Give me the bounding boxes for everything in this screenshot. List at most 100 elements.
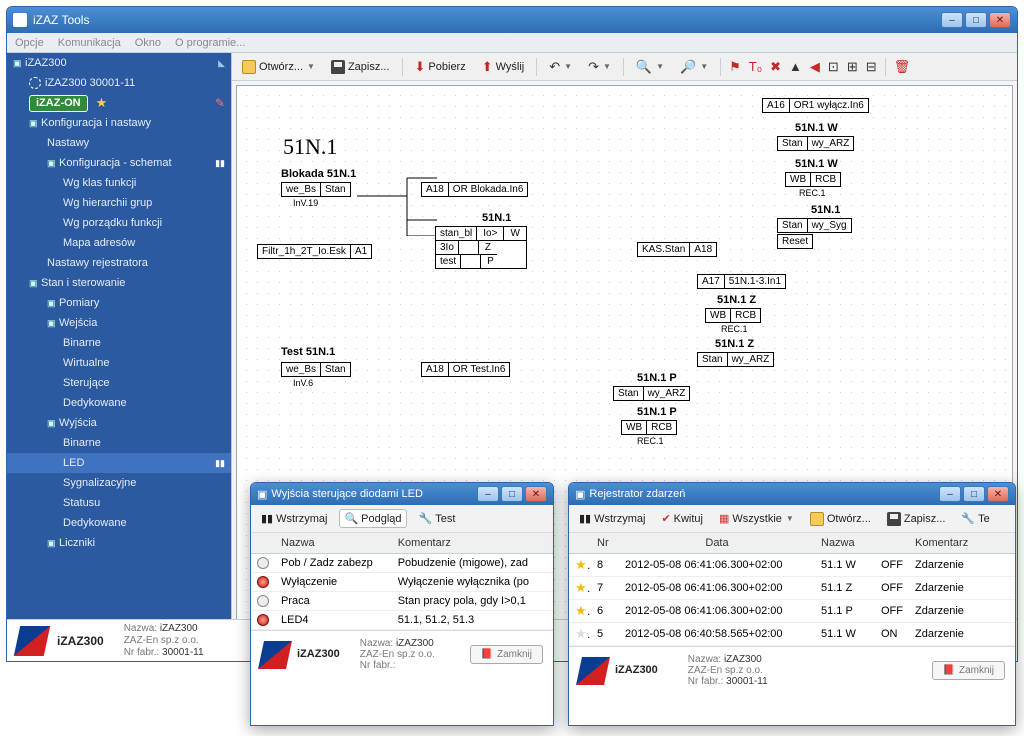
diagram-node[interactable]: WBRCB [621,420,677,435]
rej-titlebar[interactable]: ▣ Rejestrator zdarzeń – □ ✕ [569,483,1015,505]
sidebar-item[interactable]: Sterujące [7,373,231,393]
zoom-button[interactable]: 🔍▼ [632,57,668,77]
sidebar-item[interactable]: Statusu [7,493,231,513]
close-button[interactable]: ✕ [525,486,547,502]
redo-button[interactable]: ↷▼ [584,57,615,77]
sidebar-status[interactable]: iZAZ-ON ★ ✎ [7,93,231,113]
cursor2-icon[interactable]: ◀ [810,59,820,75]
diagram-node[interactable]: we_BsStan [281,182,351,197]
open-button[interactable]: Otwórz...▼ [238,58,319,76]
table-row[interactable]: ★72012-05-08 06:41:06.300+02:0051.1 ZOFF… [569,577,1015,600]
sidebar-item[interactable]: ▣Konfiguracja - schemat▮▮ [7,153,231,173]
diagram-node[interactable]: Stanwy_ARZ [613,386,690,401]
close-button[interactable]: ✕ [987,486,1009,502]
node3-icon[interactable]: ⊟ [866,59,877,75]
test-button[interactable]: 🔧 Te [957,510,993,527]
sidebar-item[interactable]: Binarne [7,333,231,353]
diagram-node[interactable]: we_BsStan [281,362,351,377]
save-button[interactable]: Zapisz... [883,510,950,528]
sidebar-item[interactable]: ▣Liczniki [7,533,231,553]
main-titlebar[interactable]: iZAZ Tools – □ ✕ [7,7,1017,33]
table-row[interactable]: ★62012-05-08 06:41:06.300+02:0051.1 POFF… [569,600,1015,623]
close-window-button[interactable]: 📕Zamknij [470,645,543,664]
flag-icon[interactable]: ⚑ [729,59,741,75]
sidebar-group-0[interactable]: ▣Konfiguracja i nastawy [7,113,231,133]
menu-opcje[interactable]: Opcje [15,37,44,49]
sidebar-item-led[interactable]: LED▮▮ [7,453,231,473]
table-row[interactable]: PracaStan pracy pola, gdy I>0,1 [251,592,553,611]
table-row[interactable]: WyłączenieWyłączenie wyłącznika (po [251,573,553,592]
diagram-node[interactable]: A18OR Blokada.In6 [421,182,528,197]
diagram-node[interactable]: Reset [777,234,813,249]
menu-okno[interactable]: Okno [135,37,161,49]
maximize-button[interactable]: □ [965,12,987,28]
minimize-button[interactable]: – [939,486,961,502]
sidebar-item[interactable]: Nastawy [7,133,231,153]
rej-footer: iZAZ300 Nazwa: iZAZ300 ZAZ-En sp.z o.o. … [569,646,1015,694]
maximize-button[interactable]: □ [501,486,523,502]
diagram-node[interactable]: A18OR Test.In6 [421,362,510,377]
sidebar-group-1[interactable]: ▣Stan i sterowanie [7,273,231,293]
cursor-icon[interactable]: ▲ [789,59,802,74]
download-button[interactable]: ⬇Pobierz [411,57,470,77]
sidebar-item[interactable]: Binarne [7,433,231,453]
pause-button[interactable]: ▮▮ Wstrzymaj [575,510,649,527]
sidebar-item[interactable]: Wg hierarchii grup [7,193,231,213]
sidebar-item[interactable]: Mapa adresów [7,233,231,253]
find-button[interactable]: 🔎▼ [676,57,712,77]
text-icon[interactable]: T₀ [749,59,762,74]
sidebar-device[interactable]: iZAZ300 30001-11 [7,73,231,93]
undo-button[interactable]: ↶▼ [545,57,576,77]
pencil-icon[interactable]: ✎ [215,96,225,110]
menu-komunikacja[interactable]: Komunikacja [58,37,121,49]
pin-icon[interactable]: ◣ [218,58,225,69]
delete-icon[interactable]: ✖ [770,59,781,75]
function-block[interactable]: stan_blIo>W 3IoZ testP [435,226,527,269]
minimize-button[interactable]: – [477,486,499,502]
diagram-node[interactable]: WBRCB [705,308,761,323]
sidebar-item[interactable]: Nastawy rejestratora [7,253,231,273]
open-button[interactable]: Otwórz... [806,510,875,528]
all-button[interactable]: ▦ Wszystkie▼ [715,510,798,527]
test-button[interactable]: 🔧 Test [415,510,460,527]
close-button[interactable]: ✕ [989,12,1011,28]
table-row[interactable]: ★82012-05-08 06:41:06.300+02:0051.1 WOFF… [569,554,1015,577]
sidebar-item[interactable]: Wirtualne [7,353,231,373]
table-row[interactable]: Pob / Zadz zabezpPobudzenie (migowe), za… [251,554,553,573]
sidebar-item[interactable]: Dedykowane [7,513,231,533]
trash-icon[interactable]: 🗑 [894,59,911,75]
node1-icon[interactable]: ⊡ [828,59,839,75]
close-window-button[interactable]: 📕Zamknij [932,661,1005,680]
diagram-node[interactable]: Filtr_1h_2T_Io.EskA1 [257,244,372,259]
diagram-node[interactable]: Stanwy_ARZ [777,136,854,151]
folder-icon [242,60,256,74]
sidebar-item[interactable]: ▣Pomiary [7,293,231,313]
save-button[interactable]: Zapisz... [327,58,394,76]
diagram-node[interactable]: Stanwy_Syg [777,218,852,233]
upload-button[interactable]: ⬆Wyślij [478,57,529,77]
sidebar-item[interactable]: Sygnalizacyjne [7,473,231,493]
diagram-node[interactable]: Stanwy_ARZ [697,352,774,367]
menu-o-programie[interactable]: O programie... [175,37,245,49]
diagram-node[interactable]: KAS.StanA18 [637,242,717,257]
sidebar-item[interactable]: Wg klas funkcji [7,173,231,193]
table-row[interactable]: ★52012-05-08 06:40:58.565+02:0051.1 WONZ… [569,623,1015,646]
ack-button[interactable]: ✔ Kwituj [657,510,707,527]
minimize-button[interactable]: – [941,12,963,28]
sidebar-item[interactable]: Wg porządku funkcji [7,213,231,233]
sidebar-item[interactable]: ▣Wyjścia [7,413,231,433]
diagram-node[interactable]: A1751N.1-3.In1 [697,274,786,289]
led-titlebar[interactable]: ▣ Wyjścia sterujące diodami LED – □ ✕ [251,483,553,505]
preview-button[interactable]: 🔍 Podgląd [339,509,406,528]
pause-button[interactable]: ▮▮ Wstrzymaj [257,510,331,527]
diagram-node[interactable]: A16OR1 wyłącz.In6 [762,98,869,113]
diagram-node[interactable]: WBRCB [785,172,841,187]
node2-icon[interactable]: ⊞ [847,59,858,75]
maximize-button[interactable]: □ [963,486,985,502]
sidebar-root[interactable]: ▣iZAZ300◣ [7,53,231,73]
sidebar-item[interactable]: Dedykowane [7,393,231,413]
sidebar-item[interactable]: ▣Wejścia [7,313,231,333]
block-title: 51N.1 W [795,158,838,170]
table-row[interactable]: LED451.1, 51.2, 51.3 [251,611,553,630]
rej-toolbar: ▮▮ Wstrzymaj ✔ Kwituj ▦ Wszystkie▼ Otwór… [569,505,1015,533]
